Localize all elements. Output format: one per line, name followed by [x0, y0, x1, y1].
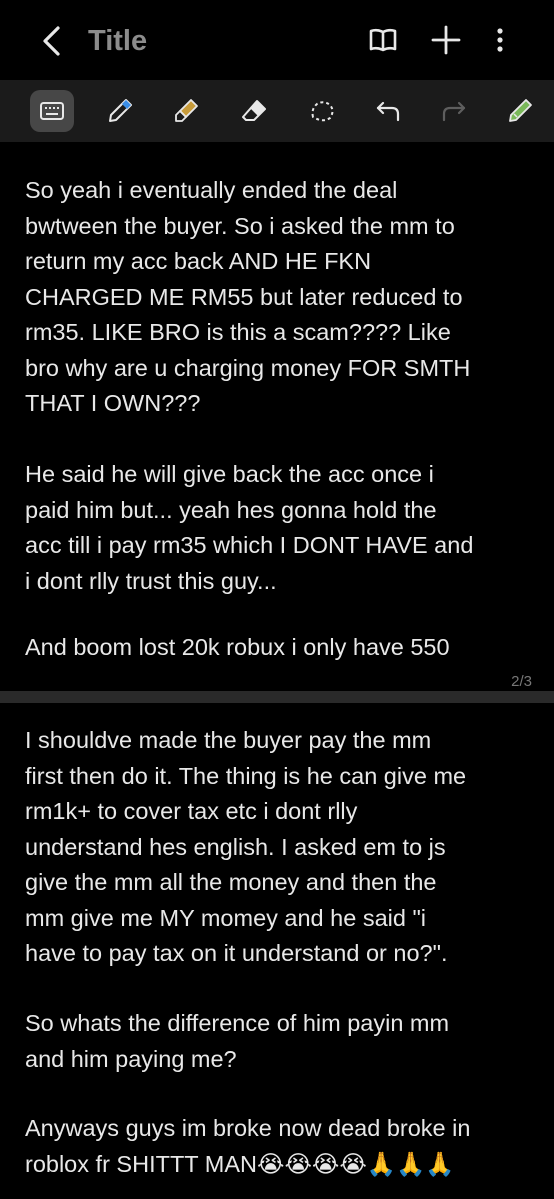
plus-icon[interactable]: [430, 24, 462, 56]
lasso-tool-button[interactable]: [300, 90, 344, 132]
page-indicator: 2/3: [511, 673, 532, 690]
pen-tool-button[interactable]: [98, 90, 142, 132]
eraser-tool-button[interactable]: [232, 90, 276, 132]
note-paragraph[interactable]: And boom lost 20k robux i only have 550: [25, 630, 535, 666]
note-page-2[interactable]: So yeah i eventually ended the deal bwtw…: [0, 142, 554, 691]
keyboard-tool-button[interactable]: [30, 90, 74, 132]
note-paragraph[interactable]: I shouldve made the buyer pay the mm fir…: [25, 723, 535, 972]
note-title[interactable]: Title: [88, 22, 147, 60]
highlighter-icon: [175, 99, 198, 122]
pen-toolbar: [0, 80, 554, 142]
redo-button[interactable]: [432, 90, 476, 132]
note-paragraph[interactable]: He said he will give back the acc once i…: [25, 457, 535, 599]
back-arrow-icon[interactable]: [38, 24, 66, 58]
highlighter-tool-button[interactable]: [164, 90, 208, 132]
redo-icon: [442, 101, 466, 122]
pen-settings-icon: [509, 99, 532, 122]
lasso-icon: [311, 101, 334, 122]
note-paragraph[interactable]: Anyways guys im broke now dead broke in …: [25, 1111, 535, 1182]
note-paragraph[interactable]: So yeah i eventually ended the deal bwtw…: [25, 173, 535, 422]
app-bar: Title: [0, 0, 554, 80]
eraser-icon: [242, 100, 266, 121]
more-vert-icon[interactable]: [484, 24, 516, 56]
pen-settings-button[interactable]: [498, 90, 542, 132]
page-divider: [0, 691, 554, 703]
pen-icon: [109, 99, 132, 122]
book-icon[interactable]: [367, 24, 399, 56]
undo-icon: [376, 101, 400, 122]
undo-button[interactable]: [366, 90, 410, 132]
keyboard-icon: [40, 102, 64, 120]
note-paragraph[interactable]: So whats the difference of him payin mm …: [25, 1006, 535, 1077]
note-page-3[interactable]: I shouldve made the buyer pay the mm fir…: [0, 703, 554, 1199]
